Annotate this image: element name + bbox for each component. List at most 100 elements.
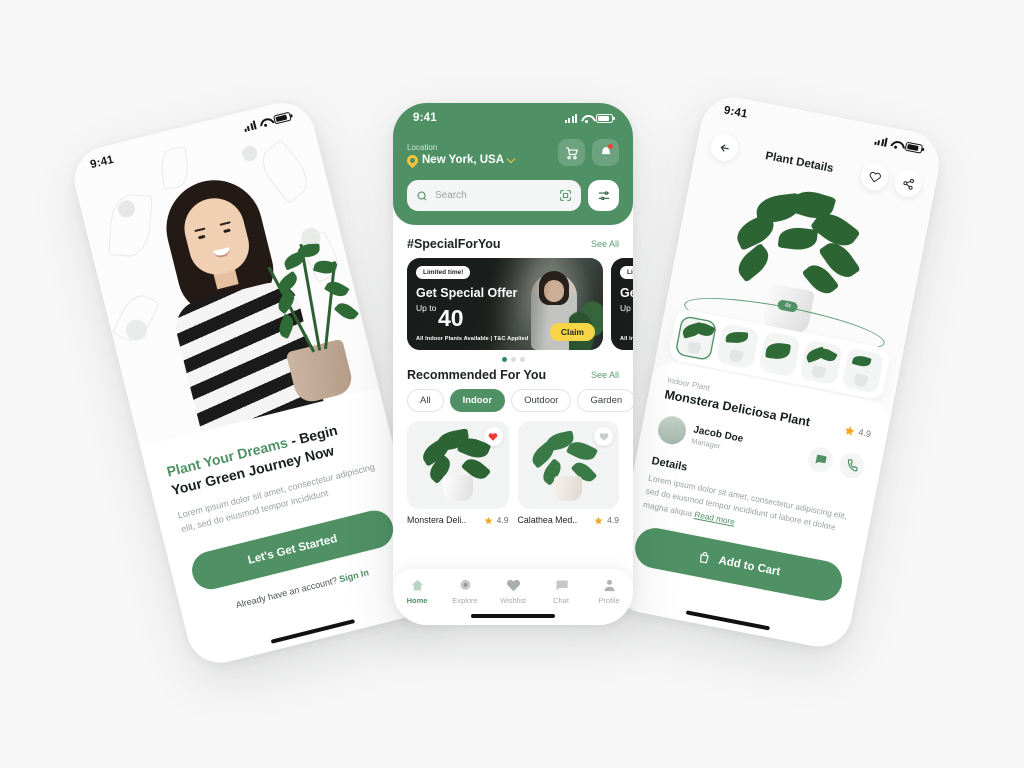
thumbnail-item[interactable] [841, 347, 885, 394]
signal-icon [565, 113, 577, 123]
special-section-header: #SpecialForYou See All [393, 225, 633, 258]
favorite-button[interactable] [483, 427, 503, 446]
phone-home: 9:41 Location New York, USA Search #Spec… [393, 103, 633, 625]
phone-icon [847, 458, 858, 472]
offer-heading: Get Special Offer [620, 286, 633, 300]
header-actions [558, 139, 619, 166]
offer-card[interactable]: Limited time! Get Special Offer Up to 30… [611, 258, 633, 350]
product-grid: Monstera Deli.. 4.9 Calathea Med.. 4.9 [393, 412, 633, 525]
tab-wishlist[interactable]: Wishlist [493, 578, 533, 605]
home-indicator [685, 610, 770, 631]
details-content: Indoor Plant Monstera Deliciosa Plant 4.… [615, 358, 893, 608]
signal-icon [874, 135, 888, 147]
home-indicator [270, 619, 356, 644]
tab-home-label: Home [406, 596, 428, 605]
carousel-dot[interactable] [519, 357, 525, 362]
star-icon [845, 425, 856, 436]
share-button[interactable] [892, 167, 924, 200]
chip-all[interactable]: All [407, 389, 444, 412]
home-header: 9:41 Location New York, USA Search [393, 103, 633, 225]
page-title: Plant Details [764, 149, 835, 175]
product-card[interactable]: Calathea Med.. 4.9 [517, 421, 620, 525]
phone-plant-details: 4x 9:41 Plant Details Indoor Plant Monst… [607, 91, 945, 653]
home-indicator [471, 614, 555, 618]
cart-icon [565, 146, 578, 159]
cart-button[interactable] [558, 139, 585, 166]
location-value: New York, USA [422, 154, 505, 166]
notifications-button[interactable] [592, 139, 619, 166]
back-button[interactable] [708, 131, 741, 164]
carousel-dots[interactable] [393, 350, 633, 364]
location-selector[interactable]: Location New York, USA [404, 143, 516, 168]
user-icon [604, 579, 614, 592]
chip-indoor[interactable]: Indoor [449, 389, 506, 412]
wishlist-button[interactable] [858, 160, 891, 193]
back-arrow-icon [720, 143, 729, 151]
product-name: Monstera Deli.. [407, 515, 467, 525]
avatar [655, 413, 689, 447]
heart-icon [506, 579, 520, 592]
compass-icon [460, 579, 470, 590]
filter-button[interactable] [588, 180, 619, 211]
heart-icon [488, 432, 498, 441]
product-card[interactable]: Monstera Deli.. 4.9 [407, 421, 509, 525]
chat-bubble-icon [815, 454, 827, 464]
search-row: Search [407, 180, 619, 211]
tab-profile[interactable]: Profile [589, 578, 629, 605]
chip-outdoor[interactable]: Outdoor [511, 389, 572, 412]
wifi-icon [258, 116, 271, 127]
search-placeholder: Search [435, 190, 467, 201]
thumbnail-item[interactable] [674, 315, 718, 362]
thumbnail-item[interactable] [799, 339, 843, 386]
battery-icon [272, 111, 292, 124]
chip-garden[interactable]: Garden [577, 389, 633, 412]
header-row: Location New York, USA [404, 139, 619, 168]
status-time: 9:41 [89, 153, 116, 172]
message-seller-button[interactable] [806, 444, 836, 474]
status-icons [243, 111, 292, 132]
tab-wishlist-label: Wishlist [500, 596, 526, 605]
location-label: Location [407, 143, 438, 152]
product-image [407, 421, 509, 509]
offer-badge: Limited time! [620, 266, 633, 279]
filter-sliders-icon [598, 190, 609, 200]
recommended-title: Recommended For You [407, 368, 547, 382]
product-meta: Calathea Med.. 4.9 [518, 515, 620, 525]
offer-upto: Up to [620, 303, 633, 313]
offers-carousel[interactable]: Limited time! Get Special Offer Up to 40… [393, 258, 633, 350]
status-time: 9:41 [722, 104, 749, 121]
claim-button[interactable]: Claim [549, 323, 595, 341]
carousel-dot[interactable] [501, 357, 507, 362]
product-name: Calathea Med.. [517, 515, 578, 525]
search-input[interactable]: Search [407, 180, 581, 211]
product-image [517, 421, 619, 509]
special-see-all[interactable]: See All [591, 239, 619, 249]
offer-card[interactable]: Limited time! Get Special Offer Up to 40… [407, 258, 603, 350]
favorite-button[interactable] [594, 427, 613, 446]
notification-badge [608, 144, 613, 149]
star-icon [594, 516, 603, 524]
category-chips[interactable]: All Indoor Outdoor Garden Office [393, 389, 633, 412]
tab-chat-label: Chat [553, 596, 569, 605]
carousel-dot[interactable] [510, 357, 516, 362]
seller-contact-actions [806, 444, 867, 480]
call-seller-button[interactable] [837, 450, 867, 480]
signin-link[interactable]: Sign In [338, 567, 370, 584]
scan-icon[interactable] [559, 189, 572, 202]
tab-home[interactable]: Home [397, 578, 437, 605]
rating-value: 4.9 [857, 426, 872, 440]
tab-profile-label: Profile [598, 596, 620, 605]
tab-explore[interactable]: Explore [445, 578, 485, 605]
wifi-icon [890, 138, 903, 149]
product-rating: 4.9 [496, 515, 509, 525]
recommended-see-all[interactable]: See All [591, 370, 619, 380]
bag-icon [699, 552, 709, 564]
tab-chat[interactable]: Chat [541, 578, 581, 605]
thumbnail-item[interactable] [757, 331, 802, 378]
wifi-icon [581, 114, 592, 123]
offer-heading: Get Special Offer [416, 286, 518, 300]
product-meta: Monstera Deli.. 4.9 [407, 515, 509, 525]
thumbnail-item[interactable] [716, 323, 760, 370]
add-to-cart-label: Add to Cart [717, 554, 782, 579]
special-title: #SpecialForYou [407, 237, 501, 251]
